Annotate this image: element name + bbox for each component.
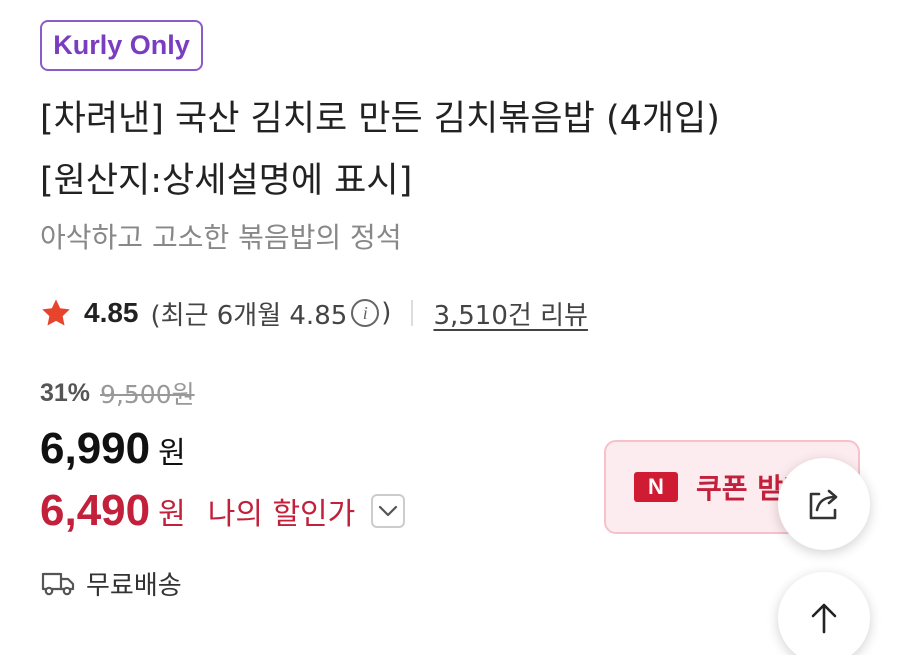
product-title-line-2: [원산지:상세설명에 표시]	[40, 161, 413, 201]
shipping-row: 무료배송	[40, 563, 182, 603]
star-icon	[42, 299, 70, 326]
info-icon[interactable]: i	[351, 299, 380, 327]
discount-row: 31% 9,500원	[40, 373, 195, 413]
chevron-down-icon	[379, 505, 398, 517]
sale-price-currency: 원	[158, 436, 186, 471]
product-title-line-1: [차려낸] 국산 김치로 만든 김치볶음밥 (4개입)	[40, 99, 720, 139]
product-subtitle: 아삭하고 고소한 볶음밥의 정석	[40, 221, 402, 254]
my-discount-price: 6,490	[40, 486, 151, 535]
sale-price: 6,990	[40, 424, 151, 473]
discount-rate: 31%	[40, 378, 91, 407]
scroll-top-button[interactable]	[778, 572, 870, 655]
rating-row: 4.85 (최근 6개월 4.85 i ) 3,510건 리뷰	[40, 292, 588, 334]
original-price: 9,500원	[100, 380, 195, 409]
my-price-currency: 원	[158, 497, 186, 532]
my-price-row: 6,490 원 나의 할인가	[40, 482, 406, 540]
my-price-expand-button[interactable]	[371, 494, 406, 528]
price-row: 6,990 원	[40, 424, 186, 480]
recent-rating-close: )	[381, 298, 392, 328]
divider	[411, 300, 414, 326]
shipping-label: 무료배송	[86, 570, 182, 601]
review-count-link[interactable]: 3,510건 리뷰	[433, 295, 587, 332]
arrow-up-icon	[811, 603, 837, 634]
product-title: [차려낸] 국산 김치로 만든 김치볶음밥 (4개입) [원산지:상세설명에 표…	[40, 88, 840, 212]
rating-value: 4.85	[84, 297, 139, 328]
my-price-label: 나의 할인가	[207, 497, 356, 532]
recent-rating: (최근 6개월 4.85 i )	[151, 295, 392, 332]
recent-rating-text: (최근 6개월 4.85	[150, 300, 348, 331]
kurly-only-badge: Kurly Only	[40, 20, 203, 71]
truck-icon	[41, 572, 75, 596]
n-logo-icon: N	[634, 472, 678, 502]
share-icon	[809, 489, 838, 520]
share-button[interactable]	[778, 458, 870, 550]
